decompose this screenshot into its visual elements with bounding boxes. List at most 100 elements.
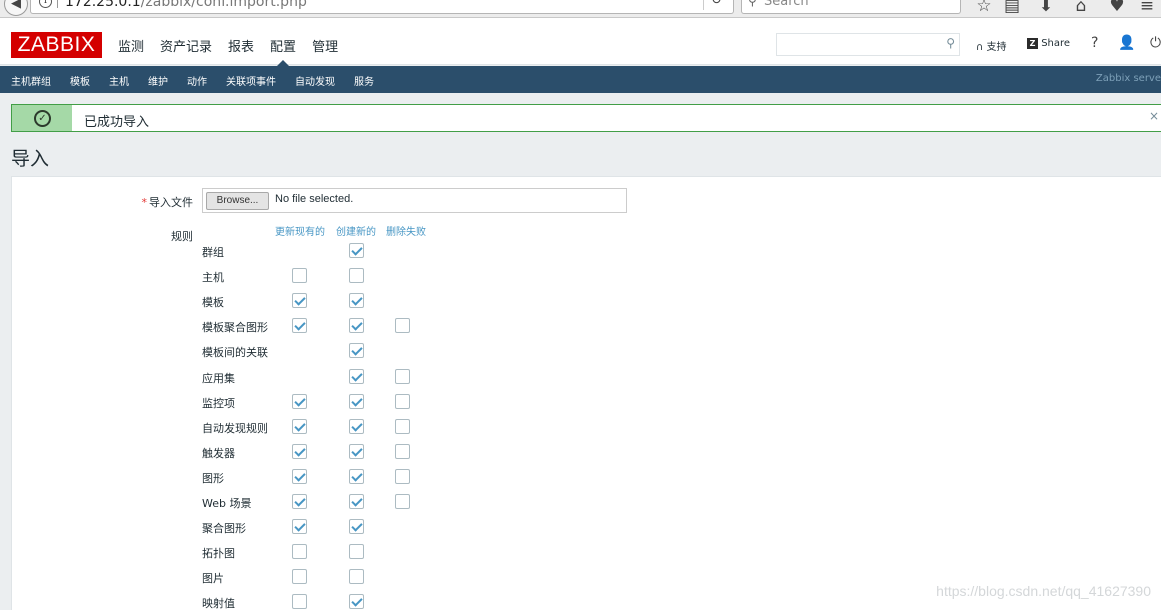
menu-configuration[interactable]: 配置 <box>270 36 296 67</box>
import-file-label: * 导入文件 <box>142 194 194 210</box>
rule-name: 模板间的关联 <box>202 346 268 360</box>
support-link[interactable]: ∩ 支持 <box>976 38 1007 53</box>
rule-delete-checkbox[interactable] <box>395 393 410 409</box>
rule-delete-checkbox[interactable] <box>395 318 410 334</box>
rule-name: 聚合图形 <box>202 522 246 536</box>
browse-button[interactable]: Browse... <box>206 192 269 210</box>
submenu-templates[interactable]: 模板 <box>70 73 90 88</box>
rule-name: 群组 <box>202 246 224 259</box>
submenu-services[interactable]: 服务 <box>354 73 374 88</box>
browser-search-input[interactable]: ⚲ Search <box>741 0 961 14</box>
success-message-text: 已成功导入 <box>84 115 150 130</box>
rule-create-checkbox[interactable] <box>349 468 364 484</box>
rule-update-checkbox[interactable] <box>292 293 307 309</box>
rule-create-checkbox[interactable] <box>349 544 364 560</box>
rule-update-checkbox[interactable] <box>292 519 307 535</box>
rule-update-checkbox[interactable] <box>292 393 307 409</box>
rule-update-checkbox[interactable] <box>292 594 307 610</box>
file-status: No file selected. <box>275 193 354 205</box>
share-label: Share <box>1041 38 1071 49</box>
rule-name: Web 场景 <box>202 497 252 510</box>
rule-delete-checkbox[interactable] <box>395 468 410 484</box>
sub-menu-bar: 主机群组 模板 主机 维护 动作 关联项事件 自动发现 服务 Zabbix se… <box>0 66 1161 93</box>
reading-list-icon[interactable]: ▤ <box>1001 0 1023 16</box>
menu-icon[interactable]: ≡ <box>1136 0 1158 16</box>
close-icon[interactable]: × <box>1149 109 1159 123</box>
global-search-input[interactable]: ⚲ <box>776 33 960 56</box>
rule-delete-checkbox[interactable] <box>395 494 410 509</box>
info-icon[interactable]: i <box>39 0 52 8</box>
zabbix-logo[interactable]: ZABBIX <box>11 32 102 58</box>
help-icon[interactable]: ? <box>1091 35 1098 51</box>
rule-name: 图形 <box>202 471 224 485</box>
user-profile-icon[interactable]: 👤 <box>1118 35 1135 51</box>
rule-create-checkbox[interactable] <box>349 393 364 409</box>
rule-create-checkbox[interactable] <box>349 268 364 284</box>
rule-update-checkbox[interactable] <box>292 318 307 334</box>
rule-create-checkbox[interactable] <box>349 569 364 585</box>
import-file-label-text: 导入文件 <box>149 196 193 209</box>
share-icon: Z <box>1027 38 1038 49</box>
menu-inventory[interactable]: 资产记录 <box>160 36 212 55</box>
support-label: 支持 <box>986 42 1007 53</box>
submenu-maintenance[interactable]: 维护 <box>148 73 168 88</box>
rule-create-checkbox[interactable] <box>349 594 364 610</box>
rule-create-checkbox[interactable] <box>349 293 364 309</box>
search-placeholder: Search <box>764 0 809 9</box>
rule-update-checkbox[interactable] <box>292 418 307 434</box>
column-delete-missing: 删除失败 <box>386 227 426 238</box>
url-host: 172.25.0.1 <box>65 0 141 10</box>
rule-create-checkbox[interactable] <box>349 519 364 535</box>
rule-create-checkbox[interactable] <box>349 318 364 334</box>
rule-create-checkbox[interactable] <box>349 418 364 434</box>
column-create-new: 创建新的 <box>336 227 376 238</box>
rule-name: 监控项 <box>202 396 235 410</box>
rule-create-checkbox[interactable] <box>349 343 364 359</box>
share-link[interactable]: Z Share <box>1027 38 1070 49</box>
page-title: 导入 <box>11 148 50 170</box>
address-bar[interactable]: i 172.25.0.1/zabbix/conf.import.php ↻ <box>30 0 734 14</box>
rule-name: 自动发现规则 <box>202 421 268 435</box>
top-header: ZABBIX 监测 资产记录 报表 配置 管理 ⚲ ∩ 支持 Z Share ?… <box>0 18 1161 67</box>
home-icon[interactable]: ⌂ <box>1070 0 1092 16</box>
import-form: * 导入文件 Browse... No file selected. 规则 更新现… <box>11 176 1161 610</box>
rule-name: 模板 <box>202 296 224 310</box>
url-text[interactable]: 172.25.0.1/zabbix/conf.import.php <box>65 0 307 10</box>
rule-update-checkbox[interactable] <box>292 468 307 484</box>
browser-toolbar: ◀ i 172.25.0.1/zabbix/conf.import.php ↻ … <box>0 0 1161 18</box>
download-icon[interactable]: ⬇ <box>1035 0 1057 16</box>
rule-update-checkbox[interactable] <box>292 569 307 585</box>
rule-update-checkbox[interactable] <box>292 443 307 459</box>
rule-delete-checkbox[interactable] <box>395 418 410 434</box>
rule-update-checkbox[interactable] <box>292 268 307 284</box>
rule-name: 主机 <box>202 271 224 285</box>
rule-create-checkbox[interactable] <box>349 494 364 509</box>
rule-create-checkbox[interactable] <box>349 368 364 384</box>
rule-create-checkbox[interactable] <box>349 443 364 459</box>
rule-name: 模板聚合图形 <box>202 321 268 335</box>
server-name: Zabbix serve <box>1095 73 1161 84</box>
rule-name: 图片 <box>202 572 224 586</box>
sign-out-icon[interactable]: ⏻ <box>1150 35 1161 51</box>
submenu-actions[interactable]: 动作 <box>187 73 207 88</box>
rule-create-checkbox[interactable] <box>349 243 364 258</box>
rule-name: 应用集 <box>202 371 235 385</box>
submenu-correlation[interactable]: 关联项事件 <box>226 73 276 88</box>
bookmark-star-icon[interactable]: ☆ <box>973 0 995 16</box>
back-arrow-icon[interactable]: ◀ <box>4 0 28 16</box>
rule-delete-checkbox[interactable] <box>395 443 410 459</box>
rule-name: 拓扑图 <box>202 547 235 561</box>
submenu-host-groups[interactable]: 主机群组 <box>11 73 51 88</box>
submenu-hosts[interactable]: 主机 <box>109 73 129 88</box>
reload-icon[interactable]: ↻ <box>703 0 729 10</box>
menu-reports[interactable]: 报表 <box>228 36 254 55</box>
submenu-discovery[interactable]: 自动发现 <box>295 73 335 88</box>
rule-delete-checkbox[interactable] <box>395 368 410 384</box>
search-icon[interactable]: ⚲ <box>946 36 955 50</box>
import-file-input[interactable]: Browse... No file selected. <box>202 188 627 213</box>
menu-monitoring[interactable]: 监测 <box>118 36 144 55</box>
pocket-icon[interactable]: ♥ <box>1106 0 1128 16</box>
rule-update-checkbox[interactable] <box>292 544 307 560</box>
menu-administration[interactable]: 管理 <box>312 36 338 55</box>
rule-update-checkbox[interactable] <box>292 494 307 509</box>
